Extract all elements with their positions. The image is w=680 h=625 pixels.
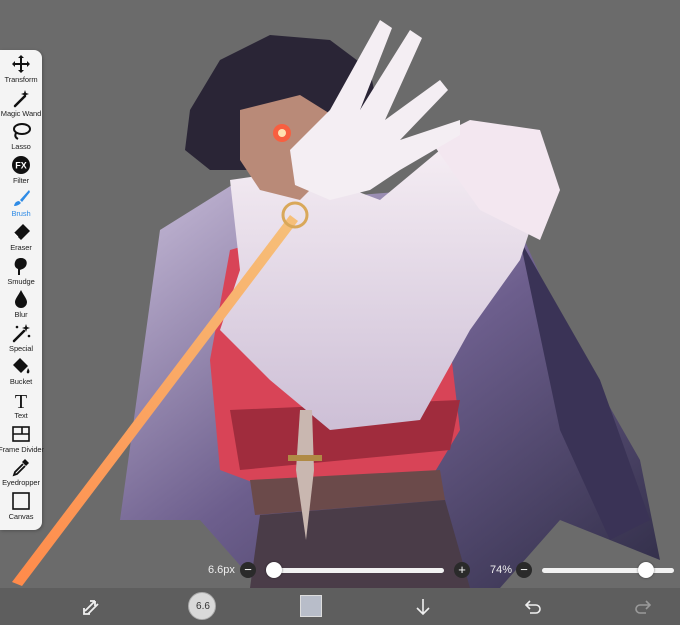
drawing-canvas[interactable] [0,0,680,588]
tool-frame-divider[interactable]: Frame Divider [0,424,44,458]
brush-size-slider-thumb[interactable] [266,562,282,578]
frame-divider-icon [12,425,30,442]
tool-transform[interactable]: Transform [0,54,42,88]
tool-label: Filter [12,175,30,185]
tool-label: Canvas [8,511,34,521]
opacity-value: 74% [490,564,513,576]
layer-download-button[interactable] [410,594,436,620]
color-swatch-button[interactable] [300,595,322,617]
bucket-icon [13,358,30,374]
tool-text[interactable]: T Text [0,390,42,424]
tool-label: Frame Divider [0,444,44,454]
shuffle-button[interactable] [78,594,104,620]
tool-palette: Transform Magic Wand Lasso FX Filter Bru… [0,50,44,530]
tool-label: Bucket [9,377,33,387]
tool-magic-wand[interactable]: Magic Wand [0,88,42,122]
brush-icon [14,190,30,207]
move-arrows-icon [12,55,30,73]
tool-label: Transform [4,75,38,84]
brush-size-minus-button[interactable]: − [240,562,256,578]
tool-label: Eyedropper [2,478,40,488]
fx-icon: FX [12,155,30,174]
tool-label: Lasso [11,142,31,152]
tool-bucket[interactable]: Bucket [0,356,42,390]
brush-slider-row: 6.6px − + 74% − [0,558,680,584]
canvas-icon [12,491,30,510]
tool-label: Text [14,410,28,420]
magic-wand-icon [13,89,29,107]
tool-filter[interactable]: FX Filter [0,155,42,189]
brush-size-value: 6.6px [208,564,235,576]
redo-button[interactable] [630,594,656,620]
tool-smudge[interactable]: Smudge [0,256,42,290]
lasso-icon [13,123,31,141]
tool-eyedropper[interactable]: Eyedropper [0,457,42,491]
opacity-minus-button[interactable]: − [516,562,532,578]
redo-icon [635,600,652,614]
opacity-slider[interactable] [542,568,674,573]
tool-label: Eraser [10,242,32,252]
tool-label: Brush [11,209,31,219]
tool-label: Special [9,343,33,353]
text-glyph: T [15,391,27,410]
brush-size-plus-button[interactable]: + [454,562,470,578]
tool-special[interactable]: Special [0,323,42,357]
tool-canvas[interactable]: Canvas [0,491,42,525]
brush-preview-button[interactable]: 6.6 [188,592,216,620]
special-wand-icon [12,323,31,342]
text-icon: T [15,391,27,410]
tool-label: Magic Wand [0,108,42,118]
tool-label: Smudge [7,276,35,286]
shuffle-icon [83,600,99,615]
bottom-action-bar: 6.6 [0,588,680,625]
undo-icon [524,600,541,614]
download-arrow-icon [416,599,430,616]
artwork-illustration [12,20,660,588]
smudge-icon [14,257,27,275]
fx-glyph: FX [15,160,27,170]
brush-size-slider[interactable] [268,568,444,573]
opacity-slider-thumb[interactable] [637,562,654,578]
tool-blur[interactable]: Blur [0,289,42,323]
tool-label: Blur [14,310,28,320]
drop-icon [15,290,27,309]
tool-lasso[interactable]: Lasso [0,121,42,155]
eyedropper-icon [12,459,29,477]
tool-brush[interactable]: Brush [0,188,42,222]
undo-button[interactable] [520,594,546,620]
tool-eraser[interactable]: Eraser [0,222,42,256]
brush-preview-size: 6.6 [196,601,210,612]
eraser-icon [13,223,30,240]
